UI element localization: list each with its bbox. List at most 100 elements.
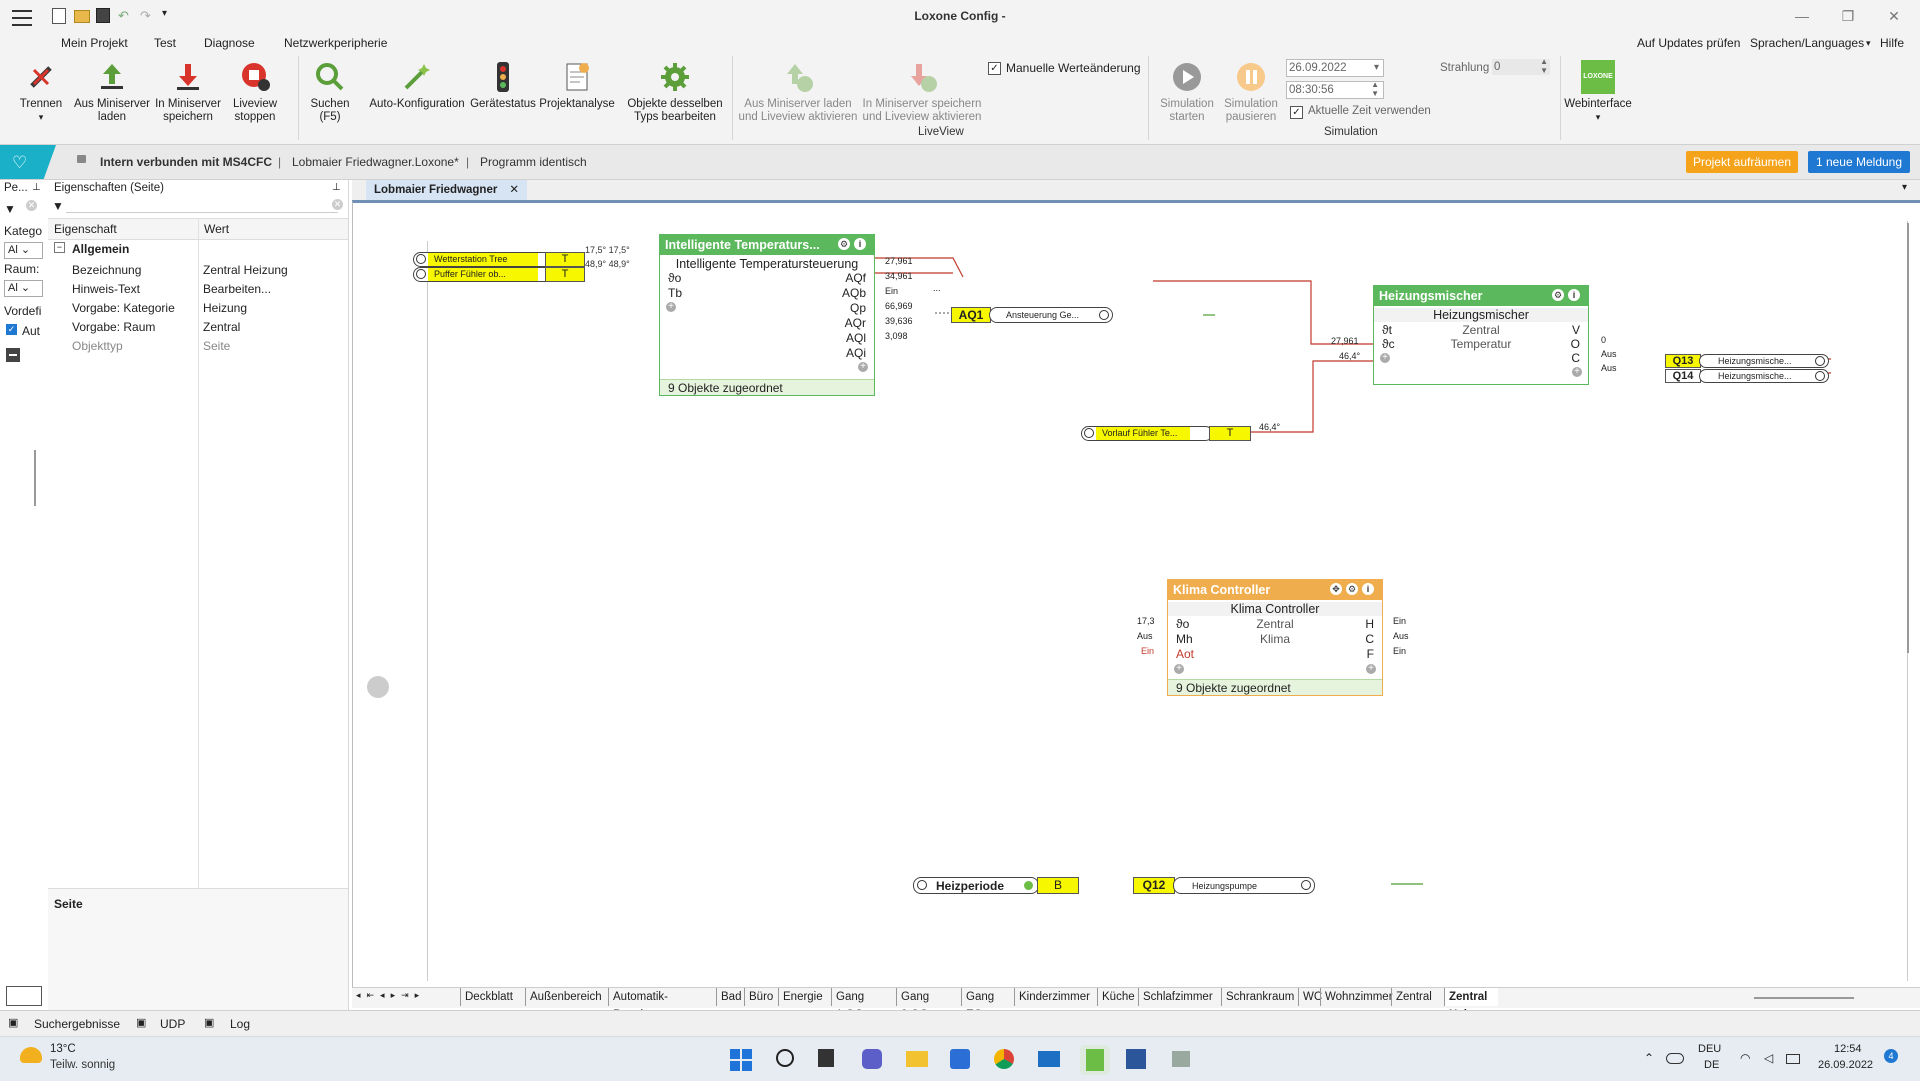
- q14-label[interactable]: Q14: [1665, 369, 1701, 383]
- sheet-tab[interactable]: Energie: [778, 988, 827, 1006]
- chrome-icon[interactable]: [994, 1049, 1014, 1069]
- manuelle-checkbox[interactable]: ✓: [988, 62, 1001, 75]
- q13-output[interactable]: Heizungsmische...: [1699, 354, 1829, 368]
- clear-filter-icon[interactable]: ✕: [26, 200, 37, 211]
- input-wetterstation[interactable]: Wetterstation Tree: [413, 252, 565, 267]
- language-1[interactable]: DEU: [1698, 1043, 1721, 1055]
- t-block[interactable]: T: [1209, 426, 1251, 441]
- lv-laden-button[interactable]: Aus Miniserver laden und Liveview aktivie…: [736, 60, 860, 124]
- itr-block[interactable]: Intelligente Temperaturs... ⚙ i Intellig…: [659, 234, 875, 396]
- sheet-tab[interactable]: Außenbereich: [525, 988, 606, 1006]
- q12-label[interactable]: Q12: [1133, 877, 1175, 894]
- sheet-tab[interactable]: Gang 1.OG: [831, 988, 868, 1021]
- connector-icon[interactable]: [1084, 428, 1094, 438]
- log-tab[interactable]: Log: [230, 1017, 250, 1031]
- sheet-tab[interactable]: Zentral Heizung: [1444, 988, 1498, 1021]
- sheet-tab[interactable]: Kinderzimmer: [1014, 988, 1094, 1006]
- webinterface-dropdown-icon[interactable]: ▾: [1596, 112, 1601, 122]
- filter-icon[interactable]: ▼: [4, 202, 16, 216]
- raum-select[interactable]: Al ⌄: [4, 280, 43, 297]
- itr-add-input-icon[interactable]: +: [666, 302, 676, 312]
- mischer-block[interactable]: Heizungsmischer ⚙ i Heizungsmischer ϑt ϑ…: [1373, 285, 1589, 385]
- connector-icon[interactable]: [416, 254, 426, 264]
- prop-row-bezeichnung[interactable]: Bezeichnung Zentral Heizung: [48, 260, 348, 279]
- projekt-aufraeumen-button[interactable]: Projekt aufräumen: [1686, 151, 1798, 173]
- projektanalyse-button[interactable]: Projektanalyse: [538, 60, 616, 111]
- taskbar-search-icon[interactable]: [776, 1049, 794, 1067]
- scroll-marker[interactable]: [367, 676, 389, 698]
- sheet-tab[interactable]: Gang 2.OG: [896, 988, 933, 1021]
- sheet-tab[interactable]: Deckblatt: [460, 988, 517, 1006]
- q14-output[interactable]: Heizungsmische...: [1699, 369, 1829, 383]
- props-filter-input[interactable]: [66, 198, 338, 213]
- sheet-tab[interactable]: Schrankraum: [1221, 988, 1298, 1006]
- tray-chevron-icon[interactable]: ⌃: [1644, 1051, 1654, 1065]
- pin-icon[interactable]: ⊥: [32, 182, 41, 193]
- menu-updates[interactable]: Auf Updates prüfen: [1637, 36, 1740, 50]
- prop-value[interactable]: Heizung: [203, 301, 247, 315]
- status-heart-icon[interactable]: ♡: [0, 145, 56, 179]
- prop-row-raum[interactable]: Vorgabe: Raum Zentral: [48, 317, 348, 336]
- neue-meldung-button[interactable]: 1 neue Meldung: [1808, 151, 1910, 173]
- wifi-icon[interactable]: ◠: [1740, 1051, 1750, 1065]
- mischer-info-icon[interactable]: i: [1568, 289, 1580, 301]
- loxone-config-taskbar-icon[interactable]: [1080, 1045, 1110, 1075]
- mischer-add-output-icon[interactable]: +: [1572, 367, 1582, 377]
- canvas-vscroll[interactable]: [1907, 223, 1909, 653]
- strahlung-spinner-icon[interactable]: ▲ ▼: [1540, 57, 1548, 75]
- t-block[interactable]: T: [545, 267, 585, 282]
- aq1-label[interactable]: AQ1: [951, 307, 991, 323]
- menu-mein-projekt[interactable]: Mein Projekt: [61, 36, 128, 50]
- battery-icon[interactable]: [1786, 1054, 1800, 1064]
- mischer-add-input-icon[interactable]: +: [1380, 353, 1390, 363]
- menu-hilfe[interactable]: Hilfe: [1880, 36, 1904, 50]
- props-clear-icon[interactable]: ✕: [332, 199, 343, 210]
- heizperiode-input[interactable]: Heizperiode: [913, 877, 1039, 894]
- menu-test[interactable]: Test: [154, 36, 176, 50]
- lv-speichern-button[interactable]: In Miniserver speichern und Liveview akti…: [860, 60, 984, 124]
- connector-icon[interactable]: [1815, 356, 1825, 366]
- connector-icon[interactable]: [1301, 880, 1311, 890]
- task-view-icon[interactable]: [818, 1049, 834, 1067]
- aus-miniserver-laden-button[interactable]: Aus Miniserver laden: [72, 60, 152, 124]
- mail-icon[interactable]: [1038, 1051, 1060, 1067]
- itr-add-output-icon[interactable]: +: [858, 362, 868, 372]
- time-spinner-icon[interactable]: ▲ ▼: [1371, 80, 1379, 98]
- panel-layout-icon[interactable]: [6, 986, 42, 1006]
- close-icon[interactable]: ✕: [1874, 4, 1914, 28]
- klima-add-output-icon[interactable]: +: [1366, 664, 1376, 674]
- q13-label[interactable]: Q13: [1665, 354, 1701, 368]
- menu-sprachen[interactable]: Sprachen/Languages: [1750, 36, 1864, 50]
- klima-move-icon[interactable]: ✥: [1330, 583, 1342, 595]
- store-icon[interactable]: [950, 1049, 970, 1069]
- props-filter-icon[interactable]: ▼: [52, 199, 64, 213]
- klima-settings-icon[interactable]: ⚙: [1346, 583, 1358, 595]
- minimize-icon[interactable]: —: [1782, 4, 1822, 28]
- other-app-icon[interactable]: [1172, 1051, 1190, 1067]
- connector-icon[interactable]: [416, 269, 426, 279]
- periphery-tab[interactable]: Pe...: [4, 182, 28, 194]
- prop-row-hinweis[interactable]: Hinweis-Text Bearbeiten...: [48, 279, 348, 298]
- menu-diagnose[interactable]: Diagnose: [204, 36, 255, 50]
- webinterface-button[interactable]: LOXONE Webinterface ▾: [1562, 60, 1634, 124]
- sheet-tab[interactable]: Gang EG: [961, 988, 998, 1021]
- udp-tab[interactable]: UDP: [160, 1017, 185, 1031]
- kategorie-select[interactable]: Al ⌄: [4, 242, 43, 259]
- sheet-nav-icons[interactable]: ◂⇤◂▸⇥▸: [356, 990, 425, 1001]
- menu-netzwerkperipherie[interactable]: Netzwerkperipherie: [284, 36, 387, 50]
- prop-value[interactable]: Zentral Heizung: [203, 263, 288, 277]
- sheet-hscroll[interactable]: [1754, 997, 1854, 999]
- explorer-icon[interactable]: [906, 1051, 928, 1067]
- auto-konfiguration-button[interactable]: Auto-Konfiguration: [364, 60, 470, 111]
- trennen-button[interactable]: Trennen ▾: [14, 60, 68, 124]
- word-icon[interactable]: [1126, 1049, 1146, 1069]
- simulation-pausieren-button[interactable]: Simulation pausieren: [1220, 60, 1282, 124]
- prop-value[interactable]: Bearbeiten...: [203, 282, 271, 296]
- liveview-stoppen-button[interactable]: Liveview stoppen: [228, 60, 282, 124]
- in-miniserver-speichern-button[interactable]: In Miniserver speichern: [152, 60, 224, 124]
- itr-settings-icon[interactable]: ⚙: [838, 238, 850, 250]
- time-field[interactable]: 08:30:56 ▲ ▼: [1286, 80, 1384, 99]
- strahlung-input[interactable]: 0 ▲ ▼: [1492, 57, 1550, 75]
- itr-info-icon[interactable]: i: [854, 238, 866, 250]
- b-block[interactable]: B: [1037, 877, 1079, 894]
